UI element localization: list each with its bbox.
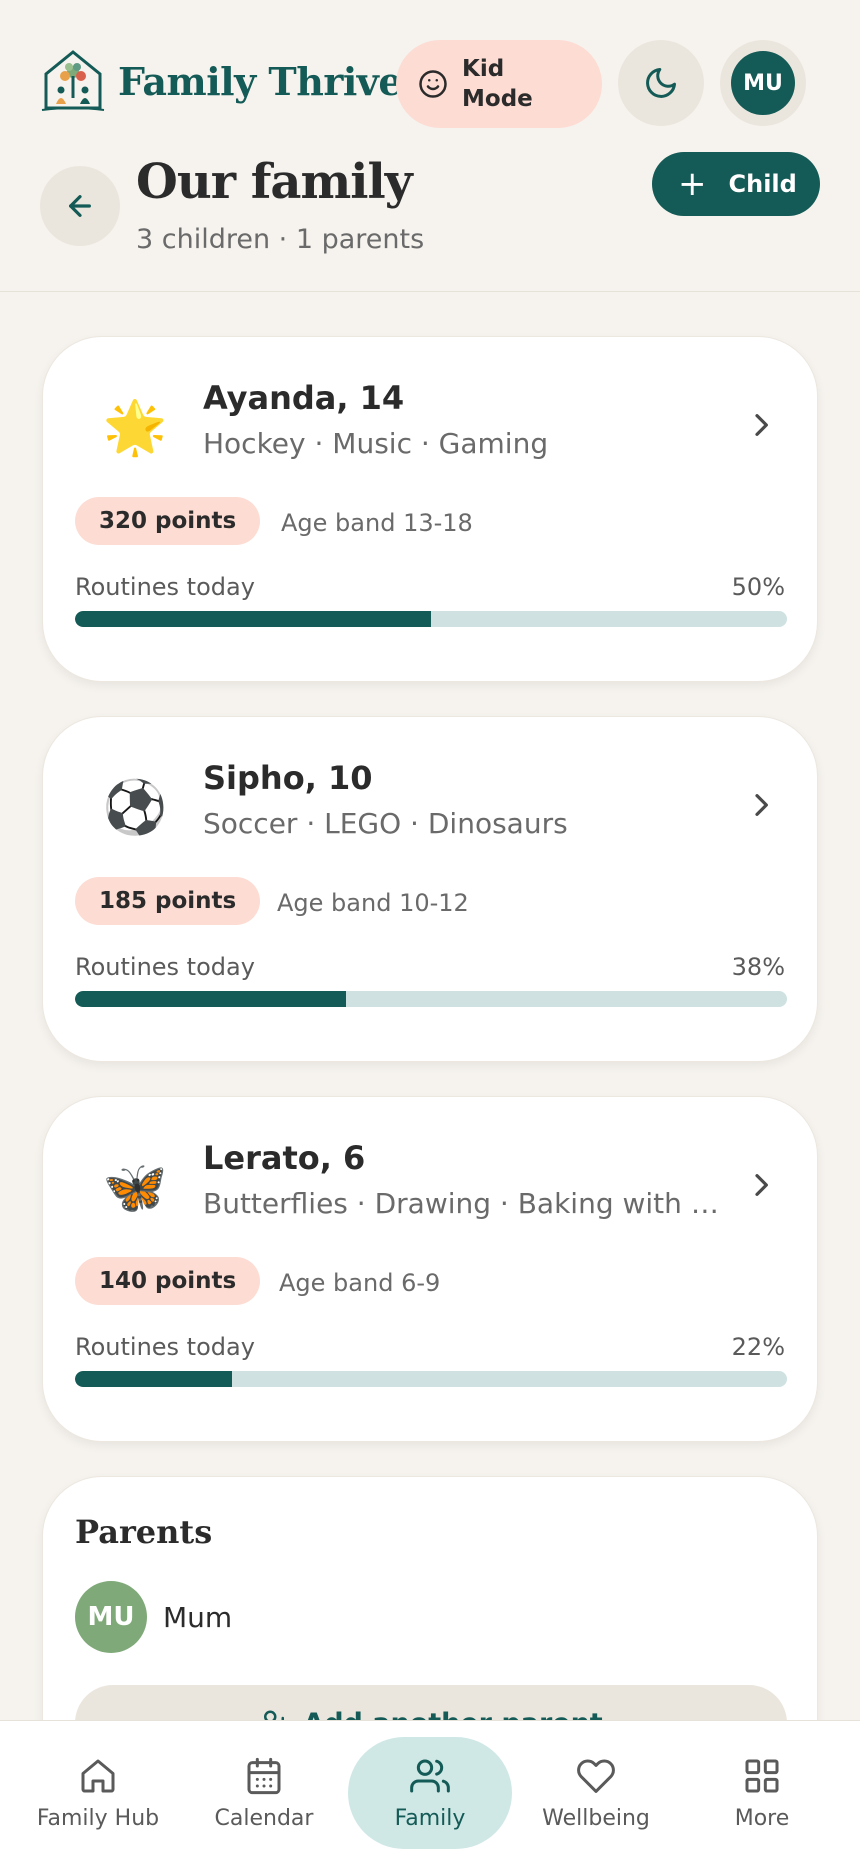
child-name: Ayanda, 14	[203, 379, 405, 417]
profile-button[interactable]: MU	[720, 40, 806, 126]
chevron-right-icon	[755, 794, 768, 816]
moon-icon	[646, 68, 676, 98]
brand[interactable]: Family Thrive	[40, 48, 403, 114]
child-name: Lerato, 6	[203, 1139, 366, 1177]
heart-icon	[577, 1759, 615, 1793]
nav-item-family[interactable]: Family	[348, 1737, 512, 1849]
family-tree-logo-icon	[41, 50, 105, 111]
home-icon	[81, 1759, 115, 1792]
parents-title: Parents	[75, 1513, 213, 1551]
grid-icon	[745, 1759, 779, 1792]
routines-progress-bar	[75, 991, 787, 1007]
nav-label: Wellbeing	[542, 1805, 650, 1831]
kid-mode-label: Kid Mode	[462, 56, 533, 112]
butterfly-icon: 🦋	[102, 1157, 168, 1218]
nav-label: Calendar	[214, 1805, 314, 1831]
add-child-button[interactable]: + Child	[652, 152, 820, 216]
arrow-left-icon	[69, 195, 91, 217]
back-button[interactable]	[40, 166, 120, 246]
parent-avatar: MU	[75, 1581, 147, 1653]
users-icon	[410, 1759, 450, 1792]
dark-mode-button[interactable]	[618, 40, 704, 126]
routines-progress-bar	[75, 611, 787, 627]
points-badge: 140 points	[75, 1257, 261, 1305]
routines-label: Routines today	[75, 1333, 255, 1361]
nav-label: More	[734, 1805, 790, 1831]
points-badge: 185 points	[75, 877, 261, 925]
routines-progress-fill	[75, 991, 346, 1007]
chevron-right-icon	[755, 414, 768, 436]
routines-progress-fill	[75, 611, 431, 627]
page-title: Our family	[136, 154, 413, 210]
star-icon: 🌟	[102, 397, 168, 458]
top-bar: Family Thrive Kid Mode MU Our family 3 c…	[0, 0, 860, 292]
parent-name: Mum	[163, 1601, 233, 1634]
age-band: Age band 13-18	[281, 509, 473, 537]
chevron-right-icon	[755, 1174, 768, 1196]
child-name: Sipho, 10	[203, 759, 373, 797]
smiley-icon	[419, 70, 447, 98]
nav-label: Family Hub	[36, 1805, 160, 1831]
child-card-lerato[interactable]: 🦋 Lerato, 6 Butterflies · Drawing · Baki…	[42, 1096, 818, 1442]
calendar-icon	[247, 1757, 281, 1794]
child-interests: Soccer · LEGO · Dinosaurs	[203, 807, 568, 840]
child-card-sipho[interactable]: ⚽ Sipho, 10 Soccer · LEGO · Dinosaurs 18…	[42, 716, 818, 1062]
routines-percent: 38%	[731, 953, 785, 981]
add-child-label: Child	[728, 170, 797, 198]
nav-item-wellbeing[interactable]: Wellbeing	[514, 1737, 678, 1849]
nav-item-more[interactable]: More	[680, 1737, 844, 1849]
age-band: Age band 6-9	[279, 1269, 441, 1297]
routines-percent: 22%	[731, 1333, 785, 1361]
age-band: Age band 10-12	[277, 889, 469, 917]
routines-label: Routines today	[75, 953, 255, 981]
nav-label: Family	[394, 1805, 466, 1831]
user-avatar: MU	[731, 51, 795, 115]
page-subtitle: 3 children · 1 parents	[136, 224, 425, 255]
routines-progress-bar	[75, 1371, 787, 1387]
child-interests: Hockey · Music · Gaming	[203, 427, 549, 460]
routines-label: Routines today	[75, 573, 255, 601]
plus-icon: +	[678, 164, 707, 204]
routines-percent: 50%	[731, 573, 785, 601]
bottom-nav: Family Hub Calendar Family Wellbeing Mor…	[0, 1720, 860, 1864]
nav-item-family-hub[interactable]: Family Hub	[16, 1737, 180, 1849]
points-badge: 320 points	[75, 497, 261, 545]
nav-item-calendar[interactable]: Calendar	[182, 1737, 346, 1849]
routines-progress-fill	[75, 1371, 232, 1387]
app-name: Family Thrive	[118, 58, 403, 104]
kid-mode-button[interactable]: Kid Mode	[396, 40, 602, 128]
child-interests: Butterflies · Drawing · Baking with M...	[203, 1187, 723, 1220]
soccer-ball-icon: ⚽	[102, 777, 168, 838]
child-card-ayanda[interactable]: 🌟 Ayanda, 14 Hockey · Music · Gaming 320…	[42, 336, 818, 682]
